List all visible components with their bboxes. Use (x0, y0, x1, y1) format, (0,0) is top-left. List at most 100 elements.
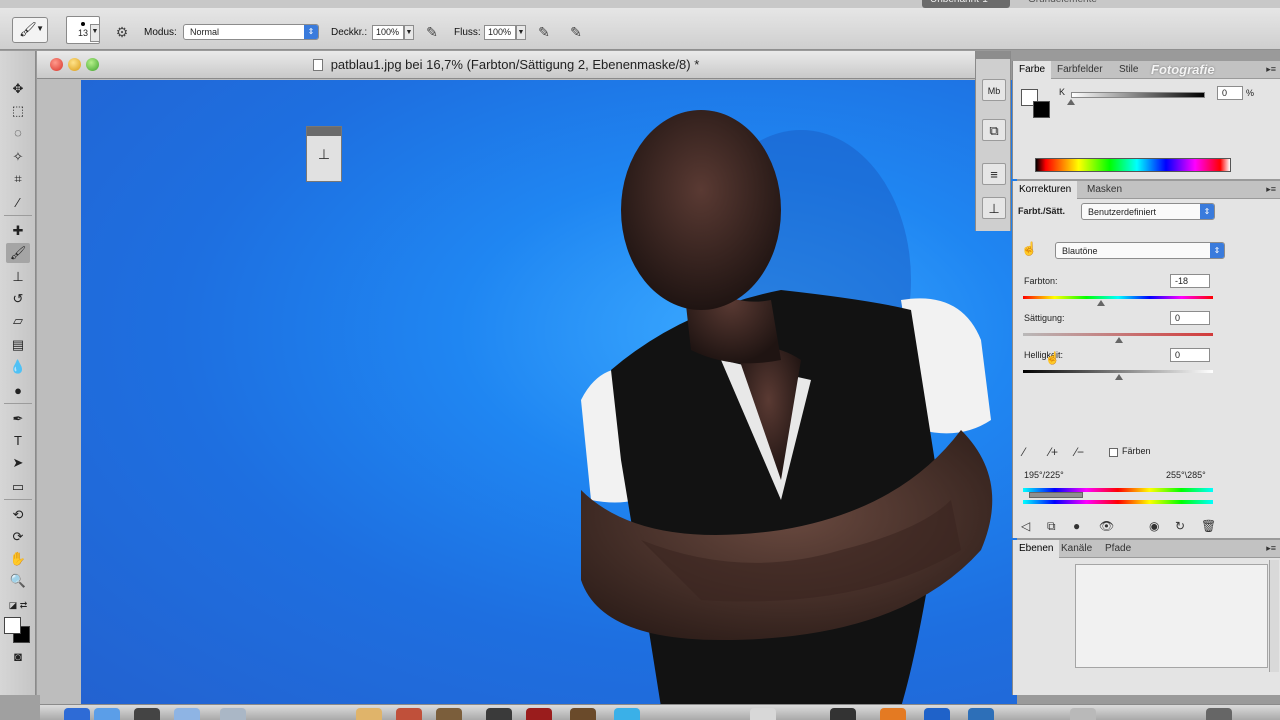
k-slider[interactable] (1071, 92, 1205, 98)
panel-menu-icon[interactable]: ▸≡ (1266, 64, 1276, 75)
tab-masken[interactable]: Masken (1081, 181, 1128, 199)
history-icon[interactable]: ⧉ (982, 119, 1006, 141)
clone-source-panel-icon[interactable]: ⊥ (982, 197, 1006, 219)
foreground-color-swatch[interactable] (4, 617, 21, 634)
brush-size-dropdown[interactable]: ▼ (90, 24, 100, 42)
pen-tool-icon[interactable]: ✒ (6, 409, 30, 429)
dodge-tool-icon[interactable]: ● (6, 381, 30, 401)
dock-app-icon[interactable] (570, 708, 596, 720)
pressure-size-icon[interactable]: ✎ (566, 23, 586, 41)
eraser-tool-icon[interactable]: ▱ (6, 311, 30, 331)
dock-app-icon[interactable] (396, 708, 422, 720)
back-arrow-icon[interactable]: ◁ (1021, 519, 1030, 533)
dock-app-icon[interactable] (64, 708, 90, 720)
preset-select[interactable]: Benutzerdefiniert ⇕ (1081, 203, 1215, 220)
mini-panel-titlebar[interactable] (307, 127, 341, 136)
dock-app-icon[interactable] (1206, 708, 1232, 720)
saturation-slider[interactable] (1023, 333, 1213, 336)
channel-select[interactable]: Blautöne ⇕ (1055, 242, 1225, 259)
document-tab[interactable]: Unbenannt-1 (922, 0, 1010, 8)
tab-farbe[interactable]: Farbe (1013, 61, 1052, 79)
dock-app-icon[interactable] (486, 708, 512, 720)
layers-scrollbar[interactable] (1269, 560, 1279, 672)
k-input[interactable]: 0 (1217, 86, 1243, 100)
opacity-dropdown[interactable]: ▼ (404, 25, 414, 40)
mode-select[interactable]: Normal ⇕ (183, 24, 319, 40)
eyedropper-icon[interactable]: ⁄ (1023, 445, 1025, 459)
dock-app-icon[interactable] (436, 708, 462, 720)
tab-pfade[interactable]: Pfade (1099, 540, 1137, 558)
lightness-input[interactable]: 0 (1170, 348, 1210, 362)
pressure-opacity-icon[interactable]: ✎ (422, 23, 442, 41)
dock-app-icon[interactable] (880, 708, 906, 720)
dock-app-icon[interactable] (614, 708, 640, 720)
dock-app-icon[interactable] (968, 708, 994, 720)
gradient-tool-icon[interactable]: ▤ (6, 335, 30, 355)
dock-app-icon[interactable] (750, 708, 776, 720)
quick-selection-tool-icon[interactable]: ✧ (6, 147, 30, 167)
brush-tool-icon[interactable]: 🖌 (6, 243, 30, 263)
document-title-bar[interactable]: patblau1.jpg bei 16,7% (Farbton/Sättigun… (37, 51, 975, 79)
shape-tool-icon[interactable]: ▭ (6, 477, 30, 497)
trash-icon[interactable]: 🗑 (1201, 519, 1216, 533)
colorize-checkbox[interactable] (1109, 448, 1118, 457)
tab-korrekturen[interactable]: Korrekturen (1013, 181, 1078, 199)
previous-state-icon[interactable]: ◉ (1149, 519, 1159, 533)
range-selector[interactable] (1029, 492, 1083, 498)
dock-app-icon[interactable] (220, 708, 246, 720)
eyedropper-tool-icon[interactable]: ⁄ (6, 193, 30, 213)
healing-brush-tool-icon[interactable]: ✚ (6, 221, 30, 241)
tab-stile[interactable]: Stile (1113, 61, 1144, 79)
crop-tool-icon[interactable]: ⌗ (6, 169, 30, 189)
panel-menu-icon[interactable]: ▸≡ (1266, 184, 1276, 195)
dock-app-icon[interactable] (356, 708, 382, 720)
path-selection-tool-icon[interactable]: ➤ (6, 453, 30, 473)
workspace-switcher[interactable]: Grundelemente (1028, 0, 1097, 8)
tab-ebenen[interactable]: Ebenen (1013, 540, 1060, 558)
3d-orbit-tool-icon[interactable]: ⟳ (6, 527, 30, 547)
history-brush-tool-icon[interactable]: ↺ (6, 289, 30, 309)
eyedropper-minus-icon[interactable]: ⁄− (1075, 445, 1084, 459)
eyedropper-plus-icon[interactable]: ⁄+ (1049, 445, 1058, 459)
flow-dropdown[interactable]: ▼ (516, 25, 526, 40)
brush-presets-icon[interactable]: ≡ (982, 163, 1006, 185)
marquee-tool-icon[interactable]: ⬚ (6, 101, 30, 121)
color-spectrum-ramp[interactable] (1035, 158, 1231, 172)
panel-menu-icon[interactable]: ▸≡ (1266, 543, 1276, 554)
airbrush-icon[interactable]: ✎ (534, 23, 554, 41)
panel-strip-handle[interactable] (976, 51, 1010, 59)
dock-app-icon[interactable] (924, 708, 950, 720)
dock-app-icon[interactable] (134, 708, 160, 720)
layers-list[interactable] (1075, 564, 1268, 668)
tab-farbfelder[interactable]: Farbfelder (1051, 61, 1109, 79)
move-tool-icon[interactable]: ✥ (6, 79, 30, 99)
dock-app-icon[interactable] (174, 708, 200, 720)
mask-icon[interactable]: ● (1073, 519, 1080, 533)
lightness-slider-thumb[interactable] (1115, 374, 1123, 380)
brush-panel-icon[interactable]: ⚙ (112, 23, 132, 41)
saturation-input[interactable]: 0 (1170, 311, 1210, 325)
dock-app-icon[interactable] (1070, 708, 1096, 720)
clone-source-icon[interactable]: ⊥ (307, 146, 341, 163)
tab-kanaele[interactable]: Kanäle (1055, 540, 1098, 558)
dock-app-icon[interactable] (94, 708, 120, 720)
lightness-slider[interactable] (1023, 370, 1213, 373)
clone-stamp-tool-icon[interactable]: ⊥ (6, 267, 30, 287)
hue-slider-thumb[interactable] (1097, 300, 1105, 306)
type-tool-icon[interactable]: T (6, 431, 30, 451)
clip-layer-icon[interactable]: ⧉ (1047, 519, 1056, 534)
default-colors-icon[interactable]: ◪ ⇄ (6, 595, 30, 615)
background-swatch[interactable] (1033, 101, 1050, 118)
image-canvas[interactable] (81, 80, 1017, 707)
floating-mini-panel[interactable]: ⊥ (306, 126, 342, 182)
k-slider-thumb[interactable] (1067, 99, 1075, 105)
saturation-slider-thumb[interactable] (1115, 337, 1123, 343)
dock-app-icon[interactable] (830, 708, 856, 720)
tool-preset-picker[interactable]: 🖌 ▼ (12, 17, 48, 43)
dock-app-icon[interactable] (526, 708, 552, 720)
visibility-eye-icon[interactable]: 👁 (1099, 519, 1114, 533)
hue-input[interactable]: -18 (1170, 274, 1210, 288)
3d-rotate-tool-icon[interactable]: ⟲ (6, 505, 30, 525)
zoom-tool-icon[interactable]: 🔍 (6, 571, 30, 591)
hand-tool-icon[interactable]: ✋ (6, 549, 30, 569)
